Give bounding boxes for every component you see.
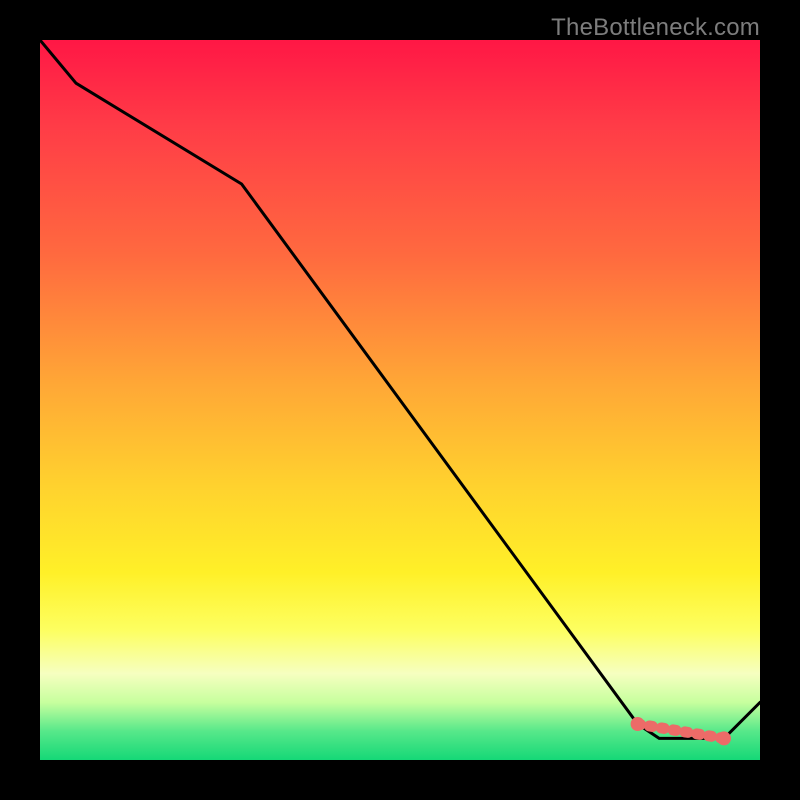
watermark-text: TheBottleneck.com — [551, 14, 760, 42]
curve-marker-segment — [638, 724, 724, 738]
chart-frame: TheBottleneck.com — [0, 0, 800, 800]
plot-area — [40, 40, 760, 760]
curve-marker-dot — [717, 731, 731, 745]
curve-marker-dot — [631, 717, 645, 731]
bottleneck-curve — [40, 40, 760, 760]
curve-line — [40, 40, 760, 738]
